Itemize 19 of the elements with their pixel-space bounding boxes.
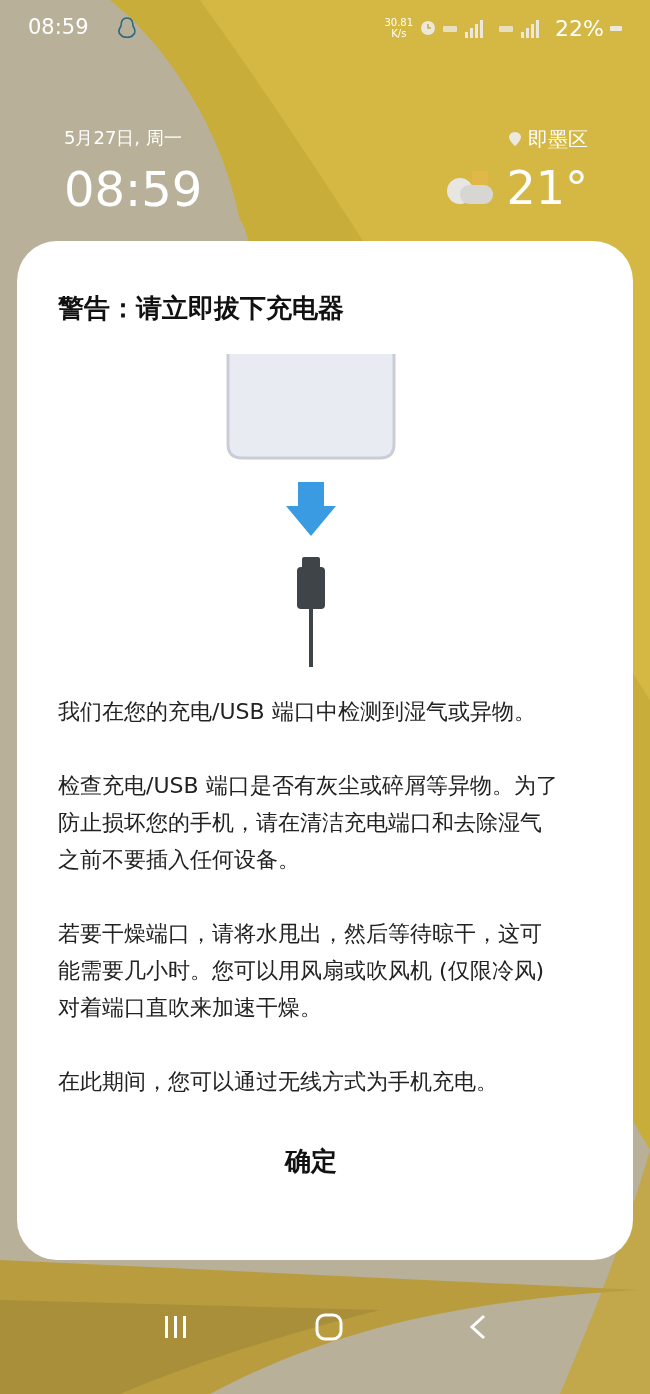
dialog-title: 警告：请立即拔下充电器: [58, 292, 345, 325]
back-icon[interactable]: [469, 1314, 487, 1340]
location-text: 即墨区: [528, 126, 588, 153]
status-time: 08:59: [28, 14, 89, 42]
home-icon[interactable]: [315, 1313, 343, 1341]
dialog-paragraph: 在此期间，您可以通过无线方式为手机充电。: [58, 1068, 499, 1096]
ok-button[interactable]: 确定: [264, 1134, 357, 1189]
lock-date: 5月27日, 周一: [64, 126, 183, 150]
location-pin-icon: [508, 131, 522, 147]
recent-apps-icon[interactable]: [163, 1315, 189, 1339]
dialog-paragraph: 我们在您的充电/USB 端口中检测到湿气或异物。: [58, 698, 537, 726]
alarm-icon: [419, 19, 438, 37]
battery-icon: [610, 24, 622, 32]
dialog-paragraph: 若要干燥端口，请将水甩出，然后等待晾干，这可能需要几小时。您可以用风扇或吹风机 (仅限冷风) 对着端口直吹来加速干燥。: [58, 920, 546, 1022]
battery-percent: 22%: [555, 14, 604, 43]
network-speed: 30.81 K/s: [384, 17, 414, 39]
lock-clock: 08:59: [64, 160, 203, 219]
temperature: 21°: [506, 160, 588, 216]
dialog-paragraph: 检查充电/USB 端口是否有灰尘或碎屑等异物。为了防止损坏您的手机，请在清洁充电端口和去除湿气之前不要插入任何设备。: [58, 772, 559, 874]
